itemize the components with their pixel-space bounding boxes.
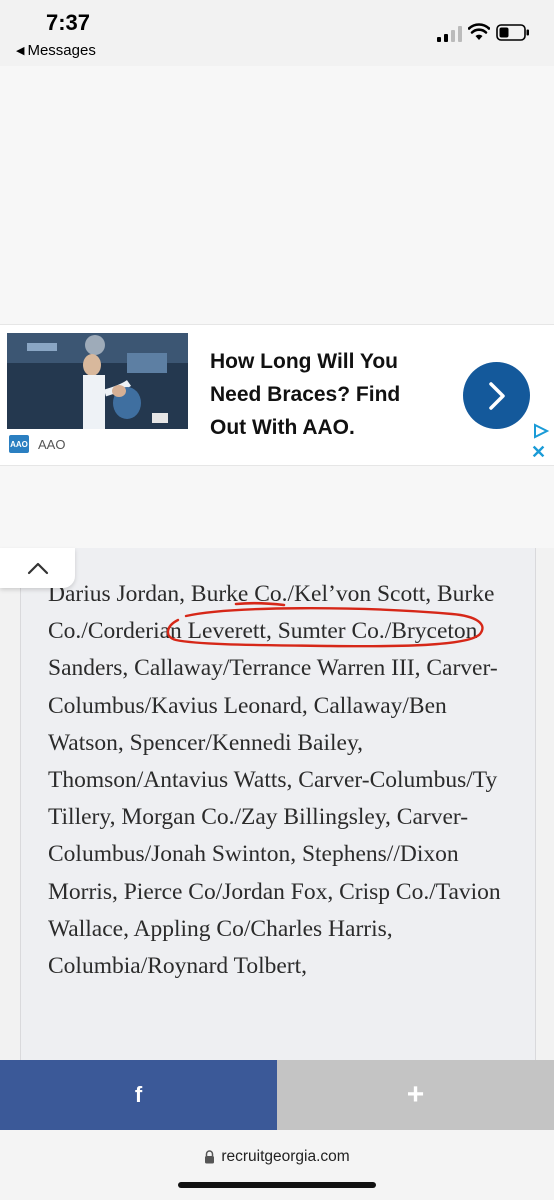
ad-headline[interactable]: How Long Will You Need Braces? Find Out … (210, 345, 440, 444)
wifi-icon (468, 23, 490, 40)
article-body: Darius Jordan, Burke Co./Kel’von Scott, … (20, 548, 536, 1060)
back-label: Messages (27, 42, 96, 59)
clock: 7:37 (46, 10, 91, 35)
facebook-icon: f (134, 1082, 143, 1107)
status-bar: 7:37 ◀ Messages (0, 0, 554, 66)
home-indicator[interactable] (178, 1182, 376, 1188)
chevron-up-icon (27, 562, 48, 575)
ad-brand-name: AAO (38, 437, 66, 452)
ad-next-arrow-button[interactable] (463, 362, 530, 429)
ad-region: How Long Will You Need Braces? Find Out … (0, 66, 554, 548)
collapse-ad-button[interactable] (0, 548, 75, 588)
ad-close-icon[interactable]: ✕ (531, 443, 546, 461)
url-display[interactable]: recruitgeorgia.com (0, 1148, 554, 1166)
share-bar: f + (0, 1060, 554, 1130)
url-text: recruitgeorgia.com (221, 1148, 350, 1165)
back-to-messages-link[interactable]: ◀ Messages (16, 42, 96, 59)
aao-logo-icon: AAO (9, 435, 29, 453)
plus-icon: + (406, 1078, 425, 1111)
ad-image-dentist[interactable] (7, 333, 188, 429)
battery-icon (496, 24, 529, 41)
cellular-signal-icon (437, 26, 462, 42)
article-paragraph: Darius Jordan, Burke Co./Kel’von Scott, … (48, 581, 501, 980)
ad-banner[interactable]: How Long Will You Need Braces? Find Out … (0, 324, 554, 466)
chevron-right-icon (488, 381, 505, 410)
adchoices-icon[interactable] (532, 423, 550, 439)
browser-address-bar[interactable]: recruitgeorgia.com (0, 1130, 554, 1200)
back-arrow-icon: ◀ (16, 45, 25, 57)
facebook-share-button[interactable]: f (0, 1060, 277, 1130)
more-share-button[interactable]: + (277, 1060, 554, 1130)
lock-icon (205, 1150, 215, 1164)
